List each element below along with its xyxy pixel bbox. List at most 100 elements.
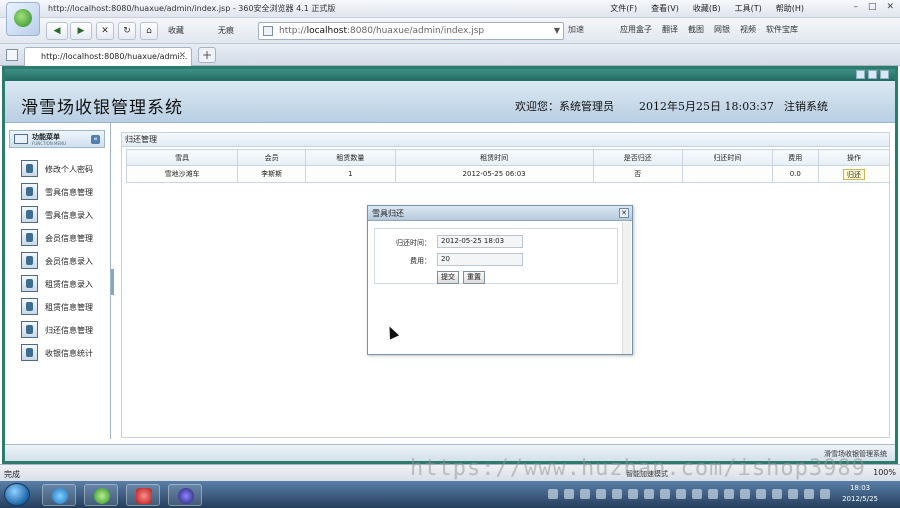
maximize-icon[interactable]: □ — [868, 2, 877, 12]
new-tab-button[interactable]: + — [198, 47, 216, 63]
toolbar-item[interactable]: 软件宝库 — [766, 24, 798, 35]
tray-icon[interactable] — [548, 489, 558, 499]
page-maximize-icon[interactable] — [868, 70, 877, 79]
toolbar-item[interactable]: 截图 — [688, 24, 704, 35]
reset-button[interactable]: 重置 — [463, 271, 485, 284]
user-icon — [21, 275, 38, 292]
column-header: 操作 — [817, 149, 891, 166]
collapse-icon[interactable]: « — [91, 135, 100, 144]
cell-action: 归还 — [817, 165, 891, 183]
fee-field[interactable]: 20 — [437, 253, 523, 266]
sidebar-item-equipment-manage[interactable]: 雪具信息管理 — [21, 183, 109, 201]
return-time-field[interactable]: 2012-05-25 18:03 — [437, 235, 523, 248]
tray-icon[interactable] — [660, 489, 670, 499]
menu-file[interactable]: 文件(F) — [610, 3, 637, 14]
windows-taskbar: 18:03 2012/5/25 — [0, 481, 900, 508]
clock-date: 2012/5/25 — [842, 495, 878, 503]
sidebar-item-change-password[interactable]: 修改个人密码 — [21, 160, 109, 178]
sidebar-item-rental-add[interactable]: 租赁信息录入 — [21, 275, 109, 293]
dialog-scrollbar[interactable] — [622, 222, 631, 354]
cell-member: 李斯斯 — [237, 165, 307, 183]
close-icon[interactable]: ✕ — [886, 2, 894, 12]
sidebar-item-label: 租赁信息管理 — [45, 303, 93, 312]
status-text: 完成 — [4, 470, 20, 479]
return-button[interactable]: 归还 — [842, 168, 865, 180]
menu-favorites[interactable]: 收藏(B) — [693, 3, 721, 14]
user-icon — [21, 183, 38, 200]
forward-button[interactable]: ▶ — [70, 22, 92, 40]
tray-icon[interactable] — [724, 489, 734, 499]
submit-button[interactable]: 提交 — [437, 271, 459, 284]
favorites-nav-button[interactable]: 收藏 — [168, 25, 184, 36]
toolbar-item[interactable]: 网银 — [714, 24, 730, 35]
sidebar-toggle-icon[interactable] — [6, 49, 18, 61]
tray-icon[interactable] — [708, 489, 718, 499]
column-header: 会员 — [237, 149, 307, 166]
refresh-button[interactable]: ↻ — [118, 22, 136, 40]
tray-icon[interactable] — [612, 489, 622, 499]
address-bar[interactable]: http://localhost:8080/huaxue/admin/index… — [258, 22, 564, 40]
sidebar-item-equipment-add[interactable]: 雪具信息录入 — [21, 206, 109, 224]
toolbar-item[interactable]: 应用盒子 — [620, 24, 652, 35]
menu-help[interactable]: 帮助(H) — [776, 3, 804, 14]
toolbar-item[interactable]: 翻译 — [662, 24, 678, 35]
cell-quantity: 1 — [305, 165, 396, 183]
tray-icon[interactable] — [804, 489, 814, 499]
close-icon[interactable]: ✕ — [619, 208, 629, 218]
minimize-icon[interactable]: – — [853, 2, 858, 12]
user-icon — [21, 252, 38, 269]
eclipse-icon[interactable] — [168, 484, 202, 506]
tab-active[interactable]: http://localhost:8080/huaxue/admi... ✕ — [24, 47, 192, 66]
sidebar-item-return-manage[interactable]: 归还信息管理 — [21, 321, 109, 339]
watermark-text: https://www.huzhan.com/ishop3989 — [410, 456, 866, 481]
sidebar-item-label: 雪具信息录入 — [45, 211, 93, 220]
tab-close-icon[interactable]: ✕ — [178, 51, 186, 61]
sidebar-item-label: 修改个人密码 — [45, 165, 93, 174]
tray-icon[interactable] — [596, 489, 606, 499]
user-icon — [21, 229, 38, 246]
sidebar-item-label: 归还信息管理 — [45, 326, 93, 335]
logout-link[interactable]: 注销系统 — [784, 98, 828, 114]
address-text[interactable]: http://localhost:8080/huaxue/admin/index… — [279, 26, 484, 36]
zoom-level[interactable]: 100% — [873, 468, 896, 477]
fee-label: 费用： — [410, 257, 431, 265]
toolbar-items: 应用盒子 翻译 截图 网银 视频 软件宝库 — [620, 24, 798, 35]
tray-icon[interactable] — [676, 489, 686, 499]
tray-icon[interactable] — [564, 489, 574, 499]
menu-view[interactable]: 查看(V) — [651, 3, 679, 14]
chevron-down-icon[interactable]: ▼ — [554, 26, 560, 35]
sidebar-item-rental-manage[interactable]: 租赁信息管理 — [21, 298, 109, 316]
page-close-icon[interactable] — [880, 70, 889, 79]
tray-icon[interactable] — [740, 489, 750, 499]
toolbar-item[interactable]: 视频 — [740, 24, 756, 35]
tray-icon[interactable] — [820, 489, 830, 499]
page-minimize-icon[interactable] — [856, 70, 865, 79]
column-header: 租赁数量 — [305, 149, 396, 166]
tray-icon[interactable] — [692, 489, 702, 499]
sidebar-item-cashier-stats[interactable]: 收银信息统计 — [21, 344, 109, 362]
taskbar-clock[interactable]: 18:03 2012/5/25 — [842, 483, 878, 505]
start-button[interactable] — [4, 483, 30, 506]
tray-icon[interactable] — [788, 489, 798, 499]
menu-tools[interactable]: 工具(T) — [735, 3, 762, 14]
tray-icon[interactable] — [580, 489, 590, 499]
ie-icon[interactable] — [42, 484, 76, 506]
return-table: 雪具 会员 租赁数量 租赁时间 是否归还 归还时间 费用 操作 雪地沙滩车 李斯… — [125, 149, 891, 183]
tray-icon[interactable] — [628, 489, 638, 499]
app-icon[interactable] — [126, 484, 160, 506]
incognito-button[interactable]: 无痕 — [218, 25, 234, 36]
sidebar-item-member-add[interactable]: 会员信息录入 — [21, 252, 109, 270]
accelerate-button[interactable]: 加速 — [568, 24, 584, 35]
tray-icon[interactable] — [644, 489, 654, 499]
browser-menu-bar: 文件(F) 查看(V) 收藏(B) 工具(T) 帮助(H) — [610, 3, 804, 14]
browser-360-icon[interactable] — [84, 484, 118, 506]
home-button[interactable]: ⌂ — [140, 22, 158, 40]
tray-icon[interactable] — [756, 489, 766, 499]
tray-icon[interactable] — [772, 489, 782, 499]
stop-button[interactable]: ✕ — [96, 22, 114, 40]
window-title: http://localhost:8080/huaxue/admin/index… — [48, 4, 336, 13]
sidebar-splitter[interactable] — [111, 269, 114, 295]
page-top-strip — [5, 69, 895, 81]
sidebar-item-member-manage[interactable]: 会员信息管理 — [21, 229, 109, 247]
back-button[interactable]: ◀ — [46, 22, 68, 40]
